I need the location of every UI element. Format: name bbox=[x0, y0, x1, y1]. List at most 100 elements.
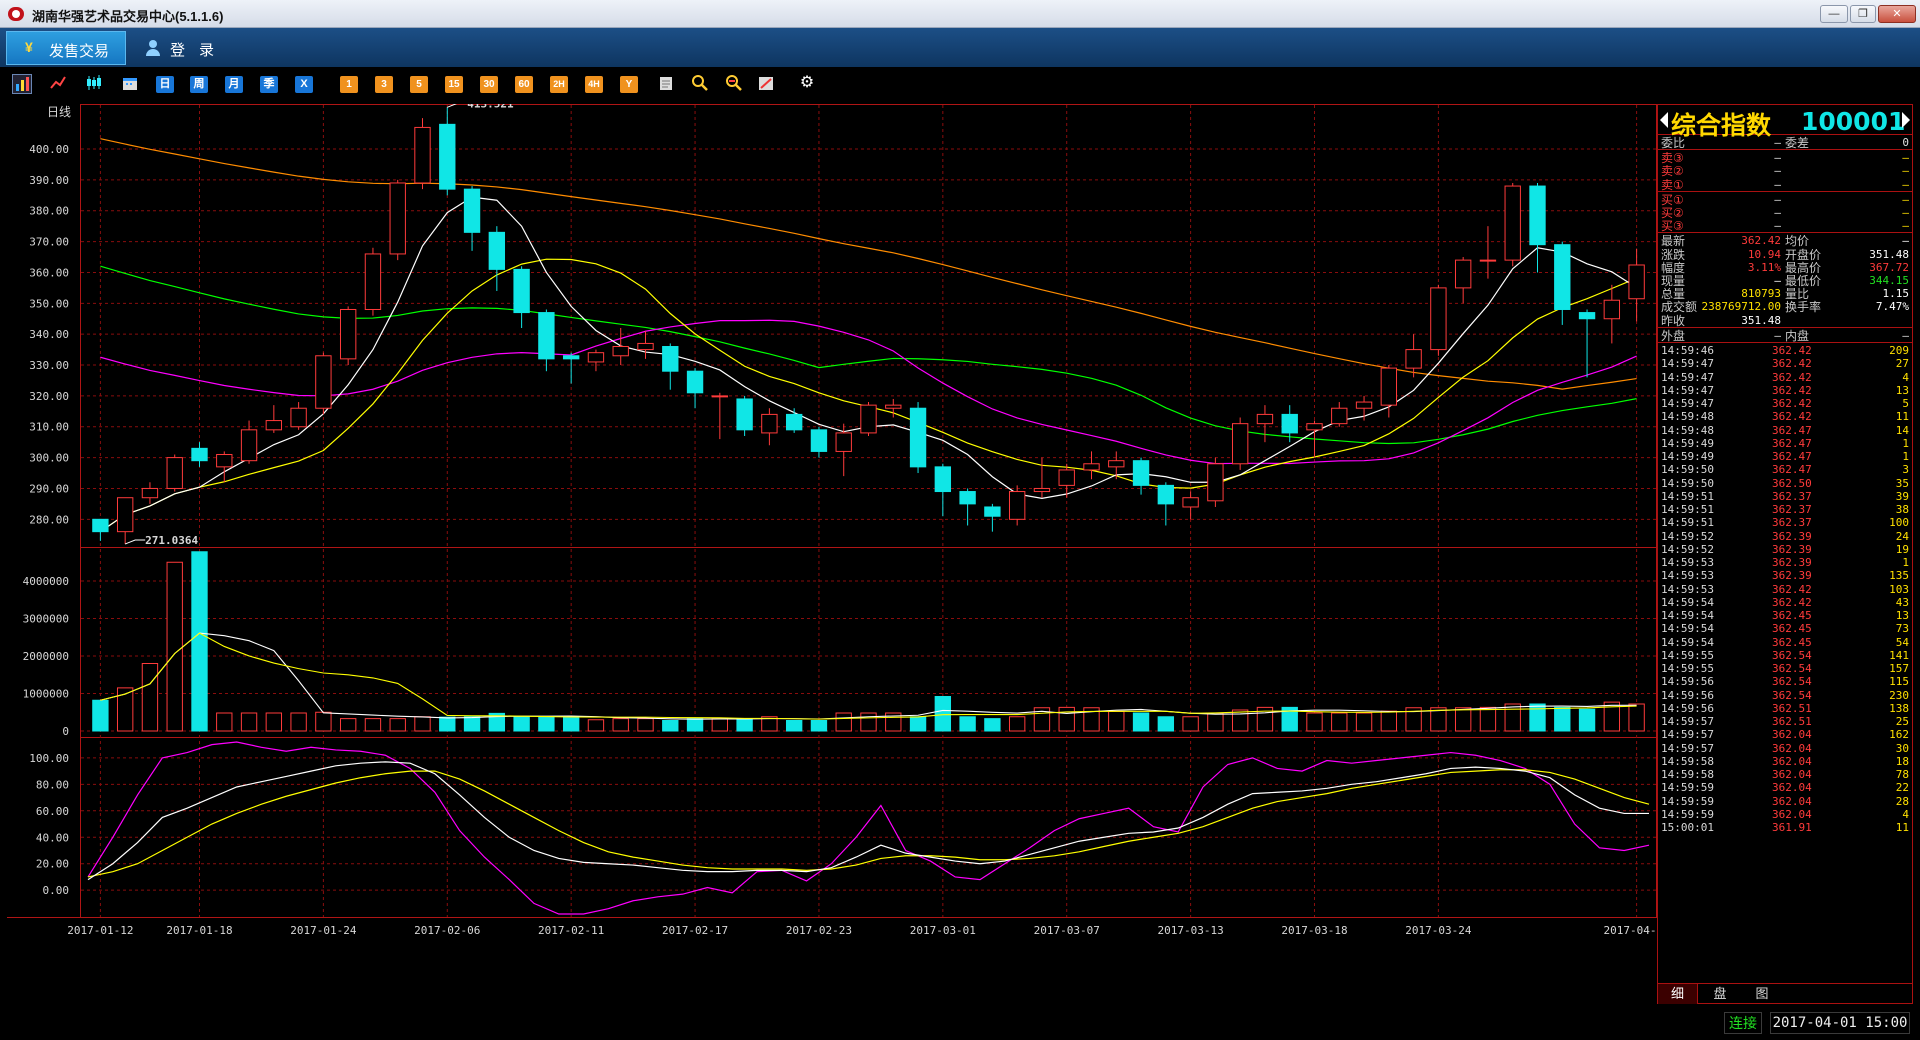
volume-bar bbox=[1132, 712, 1150, 732]
minute-15-button[interactable]: 15 bbox=[445, 76, 463, 93]
volume-bar bbox=[1504, 703, 1521, 732]
date-tick-label: 2017-02-23 bbox=[786, 924, 852, 937]
candle-body bbox=[216, 454, 233, 468]
volume-bar bbox=[686, 718, 704, 732]
date-tick-label: 2017-01-12 bbox=[67, 924, 133, 937]
minute-5-button[interactable]: 5 bbox=[410, 76, 428, 93]
candle-body bbox=[1008, 491, 1026, 520]
candle-body bbox=[1529, 185, 1546, 246]
app-logo-icon bbox=[8, 7, 24, 21]
date-tick-label: 2017-04-01 bbox=[1603, 924, 1657, 937]
chart-toolbar: 日 周 月 季 X 1 3 5 15 30 60 2H 4H Y ⚙ bbox=[0, 67, 1920, 101]
volume-bar bbox=[562, 716, 580, 732]
minute-60-button[interactable]: 60 bbox=[515, 76, 533, 93]
close-button[interactable]: ✕ bbox=[1878, 5, 1916, 23]
volume-bar bbox=[934, 696, 952, 732]
maximize-button[interactable]: ❐ bbox=[1850, 5, 1876, 23]
candle-body bbox=[1578, 312, 1596, 320]
candle-body bbox=[265, 420, 283, 431]
volume-bar bbox=[265, 712, 283, 732]
hour-2-button[interactable]: 2H bbox=[550, 76, 568, 93]
minimize-button[interactable]: — bbox=[1820, 5, 1848, 23]
volume-bar bbox=[315, 711, 332, 732]
minute-3-button[interactable]: 3 bbox=[375, 76, 393, 93]
period-week-button[interactable]: 周 bbox=[190, 76, 208, 93]
volume-bar bbox=[166, 561, 183, 732]
volume-bar bbox=[1529, 703, 1546, 732]
volume-bar bbox=[1058, 706, 1075, 732]
volume-bar bbox=[662, 720, 679, 732]
calendar-icon[interactable] bbox=[120, 74, 140, 94]
candle-body bbox=[290, 407, 307, 428]
tick-price: 361.91 bbox=[1772, 821, 1812, 834]
notes-icon[interactable] bbox=[656, 74, 676, 94]
candle-body bbox=[92, 518, 109, 533]
next-stock-arrow-icon[interactable] bbox=[1902, 112, 1910, 128]
candle-body bbox=[662, 346, 679, 372]
tab-chart[interactable]: 图 bbox=[1742, 984, 1782, 1004]
line-chart-icon[interactable] bbox=[48, 74, 68, 94]
prev-stock-arrow-icon[interactable] bbox=[1660, 112, 1668, 128]
period-month-button[interactable]: 月 bbox=[225, 76, 243, 93]
candle-body bbox=[439, 123, 456, 190]
candle-body bbox=[1108, 460, 1125, 468]
candle-body bbox=[761, 413, 778, 434]
candle-body bbox=[711, 395, 729, 398]
price-tick-label: 320.00 bbox=[29, 390, 69, 403]
user-icon bbox=[146, 40, 160, 56]
candle-body bbox=[166, 457, 183, 489]
volume-tick-label: 0 bbox=[62, 725, 69, 738]
bar-chart-icon[interactable] bbox=[12, 74, 32, 94]
candle-body bbox=[637, 342, 654, 351]
candlestick-icon[interactable] bbox=[84, 74, 104, 94]
draw-line-icon[interactable] bbox=[756, 74, 776, 94]
date-tick-label: 2017-03-13 bbox=[1157, 924, 1223, 937]
volume-bar bbox=[711, 718, 729, 732]
hour-4-button[interactable]: 4H bbox=[585, 76, 603, 93]
minute-30-button[interactable]: 30 bbox=[480, 76, 498, 93]
period-year-button[interactable]: X bbox=[295, 76, 313, 93]
zoom-in-icon[interactable] bbox=[690, 74, 710, 94]
volume-bar bbox=[414, 716, 431, 732]
date-tick-label: 2017-03-18 bbox=[1281, 924, 1347, 937]
volume-bar bbox=[240, 712, 258, 732]
price-tick-label: 310.00 bbox=[29, 421, 69, 434]
candle-body bbox=[1603, 299, 1621, 320]
stock-code: 100001 bbox=[1801, 107, 1906, 136]
zoom-out-icon[interactable] bbox=[724, 74, 744, 94]
kline-chart[interactable]: 400.00 390.00 380.00 370.00 360.00 350.00 340.… bbox=[7, 104, 1657, 1002]
volume-bar bbox=[389, 718, 406, 732]
volume-bar bbox=[612, 718, 629, 732]
candle-body bbox=[1058, 469, 1075, 486]
nav-login-button[interactable]: 登录 bbox=[140, 31, 230, 65]
candle-body bbox=[835, 432, 852, 452]
tab-orderbook[interactable]: 盘 bbox=[1700, 984, 1740, 1004]
price-tick-label: 370.00 bbox=[29, 236, 69, 249]
date-tick-label: 2017-01-24 bbox=[290, 924, 357, 937]
kdj-tick-label: 60.00 bbox=[36, 805, 69, 818]
tab-detail[interactable]: 细 bbox=[1658, 984, 1698, 1004]
candle-body bbox=[1083, 463, 1100, 471]
period-quarter-button[interactable]: 季 bbox=[260, 76, 278, 93]
candle-body bbox=[885, 404, 902, 409]
settings-gear-icon[interactable]: ⚙ bbox=[797, 74, 817, 94]
connection-status: 连接 bbox=[1724, 1012, 1762, 1034]
year-button[interactable]: Y bbox=[620, 76, 638, 93]
volume-bar bbox=[587, 719, 605, 732]
nav-sale-trading-button[interactable]: ¥ 发售交易 bbox=[6, 31, 126, 65]
candle-body bbox=[191, 447, 208, 462]
status-datetime: 2017-04-01 15:00 bbox=[1770, 1012, 1910, 1034]
minute-1-button[interactable]: 1 bbox=[340, 76, 358, 93]
candle-body bbox=[1281, 413, 1298, 434]
nav-bar: ¥ 发售交易 登录 bbox=[0, 28, 1920, 67]
volume-bar bbox=[835, 712, 852, 732]
candle-body bbox=[1132, 460, 1150, 486]
candle-body bbox=[1479, 259, 1497, 262]
quote-panel: 综合指数 100001 委比 — 委差 0 卖③ — — 卖② — — 卖① — — 买① — — 买② — — 买③… bbox=[1657, 104, 1913, 1004]
volume-bar bbox=[860, 712, 877, 732]
kdj-tick-label: 40.00 bbox=[36, 831, 69, 844]
volume-bar bbox=[1306, 712, 1323, 732]
period-day-button[interactable]: 日 bbox=[156, 76, 174, 93]
candle-body bbox=[364, 253, 382, 310]
candle-body bbox=[1380, 367, 1398, 406]
